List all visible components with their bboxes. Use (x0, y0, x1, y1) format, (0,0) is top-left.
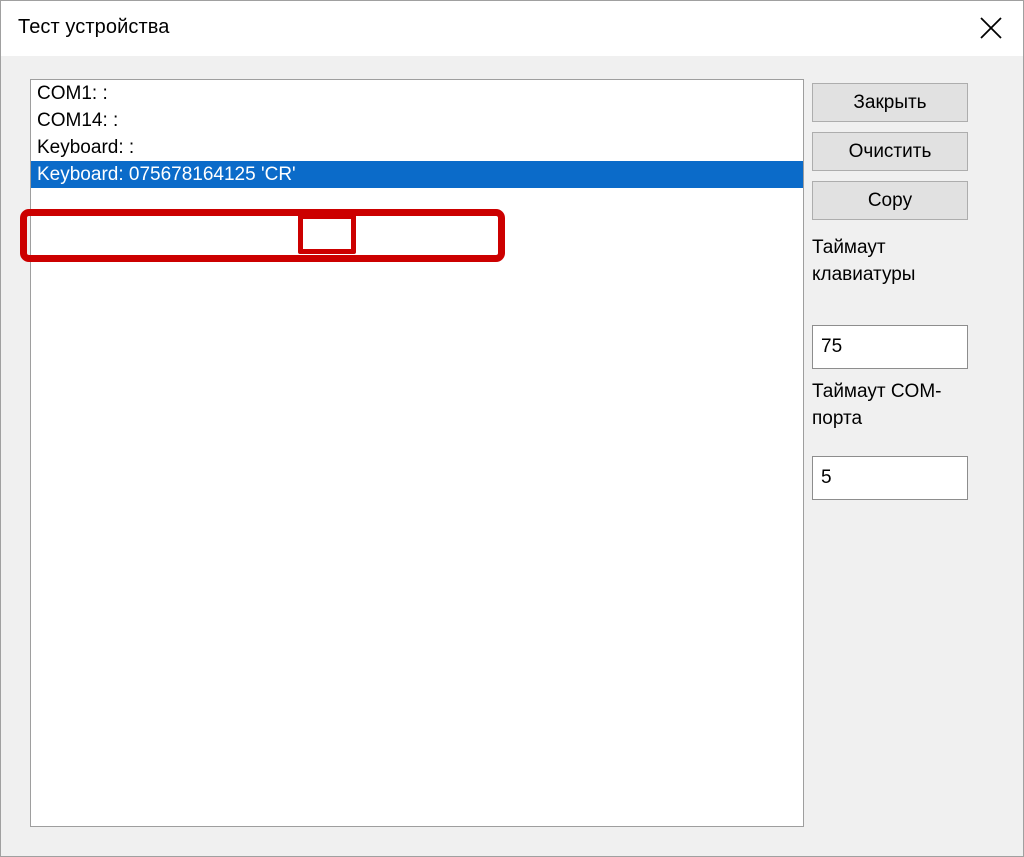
list-item[interactable]: Keyboard: : (31, 134, 803, 161)
clear-log-button[interactable]: Очистить (812, 132, 968, 171)
com-timeout-label: Таймаут COM-порта (812, 381, 942, 429)
list-item-selected[interactable]: Keyboard: 075678164125 'CR' (31, 161, 803, 188)
window-title: Тест устройства (18, 16, 170, 38)
keyboard-timeout-label: Таймаут клавиатуры (812, 237, 916, 285)
title-bar: Тест устройства (1, 1, 1023, 56)
list-item[interactable]: COM14: : (31, 107, 803, 134)
copy-log-button[interactable]: Copy (812, 181, 968, 220)
close-dialog-button[interactable]: Закрыть (812, 83, 968, 122)
close-icon (980, 16, 1002, 39)
device-log-list[interactable]: COM1: : COM14: : Keyboard: : Keyboard: 0… (30, 79, 804, 827)
list-item[interactable]: COM1: : (31, 80, 803, 107)
dialog-client-area: COM1: : COM14: : Keyboard: : Keyboard: 0… (2, 56, 1022, 855)
device-test-dialog: Тест устройства COM1: : COM14: : Keyboar… (0, 0, 1024, 857)
close-button[interactable] (959, 1, 1023, 54)
com-timeout-input[interactable] (812, 456, 968, 500)
keyboard-timeout-input[interactable] (812, 325, 968, 369)
